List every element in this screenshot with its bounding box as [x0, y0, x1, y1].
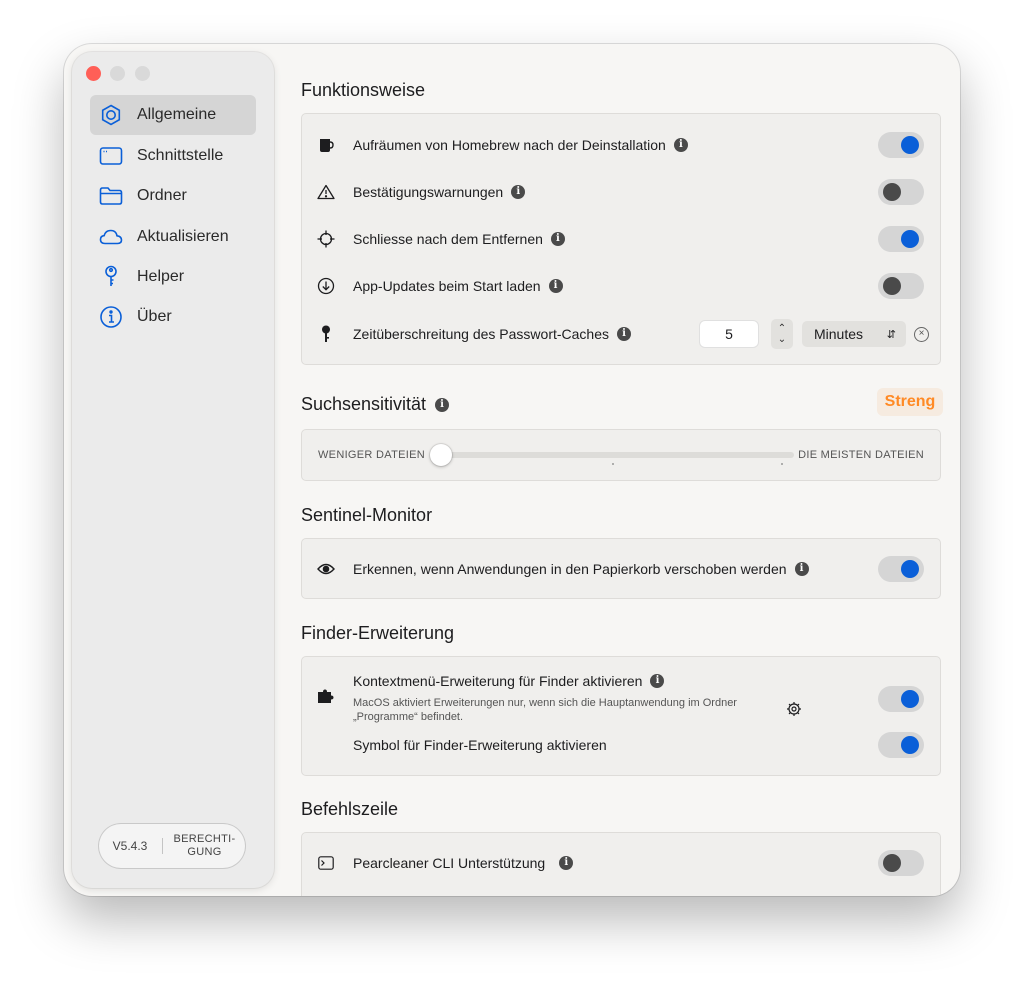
- setting-label: Schliesse nach dem Entfernen: [353, 231, 543, 247]
- gear-icon[interactable]: [786, 701, 802, 717]
- sidebar-item-schnittstelle[interactable]: Schnittstelle: [90, 136, 256, 176]
- download-circle-icon: [317, 277, 335, 295]
- setting-label: App-Updates beim Start laden: [353, 278, 541, 294]
- permission-label: BERECHTI- GUNG: [163, 833, 246, 859]
- key-icon: [317, 325, 335, 343]
- section-title-cli: Befehlszeile: [301, 799, 399, 819]
- section-title-search: Suchsensitivität i: [301, 394, 450, 415]
- unit-select-value: Minutes: [814, 326, 864, 342]
- info-icon[interactable]: i: [617, 327, 632, 341]
- clear-icon[interactable]: ×: [914, 326, 929, 342]
- search-sensitivity-card: WENIGER DATEIEN DIE MEISTEN DATEIEN: [301, 429, 941, 481]
- setting-label: Zeitüberschreitung des Passwort-Caches: [353, 326, 610, 342]
- password-cache-value-input[interactable]: 5: [700, 321, 758, 347]
- sidebar-item-allgemeine[interactable]: Allgemeine: [90, 95, 256, 135]
- main-content: Funktionsweise Aufräumen von Homebrew na…: [301, 44, 943, 896]
- setting-row-close-after-remove: Schliesse nach dem Entfernen i: [302, 219, 940, 259]
- slider-tick: [612, 463, 614, 465]
- info-icon[interactable]: i: [559, 856, 574, 870]
- sidebar-item-helper[interactable]: Helper: [90, 257, 256, 297]
- chevron-down-icon[interactable]: ⌄: [778, 334, 786, 345]
- homebrew-cleanup-toggle[interactable]: [878, 132, 924, 158]
- info-icon: [98, 304, 124, 330]
- password-cache-unit-select[interactable]: Minutes ⇵: [802, 321, 906, 347]
- close-window-button[interactable]: [86, 66, 101, 81]
- sidebar-item-ordner[interactable]: Ordner: [90, 176, 256, 216]
- updown-chevron-icon: ⇵: [886, 328, 896, 341]
- setting-label: Symbol für Finder-Erweiterung aktivieren: [353, 737, 607, 753]
- info-icon[interactable]: i: [794, 562, 809, 576]
- password-cache-stepper[interactable]: ⌃ ⌄: [771, 319, 793, 349]
- info-icon[interactable]: i: [673, 138, 688, 152]
- info-icon[interactable]: i: [435, 397, 450, 412]
- app-updates-toggle[interactable]: [878, 273, 924, 299]
- setting-row-homebrew: Aufräumen von Homebrew nach der Deinstal…: [302, 125, 940, 165]
- sidebar-item-ueber[interactable]: Über: [90, 297, 256, 337]
- finder-extension-card: Kontextmenü-Erweiterung für Finder aktiv…: [301, 656, 941, 776]
- sidebar-item-label: Über: [137, 308, 172, 325]
- permission-line-1: BERECHTI-: [173, 833, 236, 845]
- sentinel-monitor-toggle[interactable]: [878, 556, 924, 582]
- sensitivity-slider-track[interactable]: [434, 452, 794, 458]
- section-title-sentinel: Sentinel-Monitor: [301, 505, 433, 525]
- cli-card: Pearcleaner CLI Unterstützung i: [301, 832, 941, 896]
- setting-row-password-cache: Zeitüberschreitung des Passwort-Caches i…: [302, 314, 940, 354]
- section-title-functionality: Funktionsweise: [301, 80, 426, 100]
- setting-label: Aufräumen von Homebrew nach der Deinstal…: [353, 137, 666, 153]
- sidebar-item-aktualisieren[interactable]: Aktualisieren: [90, 217, 256, 257]
- cli-support-toggle[interactable]: [878, 850, 924, 876]
- sentinel-card: Erkennen, wenn Anwendungen in den Papier…: [301, 538, 941, 599]
- folder-icon: [98, 183, 124, 209]
- setting-label: Kontextmenü-Erweiterung für Finder aktiv…: [353, 673, 643, 689]
- sidebar-item-label: Allgemeine: [137, 106, 217, 123]
- info-icon[interactable]: i: [650, 674, 665, 688]
- setting-label: Erkennen, wenn Anwendungen in den Papier…: [353, 561, 787, 577]
- eye-icon: [317, 560, 335, 578]
- puzzle-icon: [317, 688, 335, 706]
- setting-row-confirmations: Bestätigungswarnungen i: [302, 172, 940, 212]
- info-icon[interactable]: i: [548, 279, 563, 293]
- info-icon[interactable]: i: [511, 185, 526, 199]
- crosshair-icon: [317, 230, 335, 248]
- sensitivity-level-badge: Streng: [877, 388, 943, 416]
- close-after-remove-toggle[interactable]: [878, 226, 924, 252]
- slider-tick: [781, 463, 783, 465]
- terminal-icon: [317, 854, 335, 872]
- setting-row-cli: Pearcleaner CLI Unterstützung i: [302, 843, 940, 883]
- sidebar-item-label: Schnittstelle: [137, 147, 224, 164]
- finder-note: MacOS aktiviert Erweiterungen nur, wenn …: [353, 697, 737, 723]
- section-title-finder: Finder-Erweiterung: [301, 623, 455, 643]
- setting-row-app-updates: App-Updates beim Start laden i: [302, 266, 940, 306]
- settings-window: Allgemeine Schnittstelle Ordner Aktualis…: [64, 44, 960, 896]
- gear-icon: [98, 102, 124, 128]
- warning-icon: [317, 183, 335, 201]
- setting-row-sentinel: Erkennen, wenn Anwendungen in den Papier…: [302, 549, 940, 589]
- sidebar-item-label: Helper: [137, 268, 185, 285]
- chevron-up-icon[interactable]: ⌃: [778, 323, 786, 334]
- version-permission-pill[interactable]: V5.4.3 BERECHTI- GUNG: [98, 823, 246, 869]
- maximize-window-button[interactable]: [135, 66, 150, 81]
- slider-min-label: WENIGER DATEIEN: [318, 449, 425, 461]
- mug-icon: [317, 136, 335, 154]
- cloud-icon: [98, 224, 124, 250]
- sensitivity-slider-thumb[interactable]: [430, 444, 452, 466]
- permission-line-2: GUNG: [187, 846, 222, 858]
- window-icon: [98, 143, 124, 169]
- sidebar: Allgemeine Schnittstelle Ordner Aktualis…: [72, 52, 274, 888]
- finder-symbol-toggle[interactable]: [878, 732, 924, 758]
- version-label: V5.4.3: [112, 839, 148, 853]
- search-sensitivity-title: Suchsensitivität: [301, 394, 427, 414]
- functionality-card: Aufräumen von Homebrew nach der Deinstal…: [301, 113, 941, 365]
- confirmation-warnings-toggle[interactable]: [878, 179, 924, 205]
- key-icon: [98, 264, 124, 290]
- setting-label: Bestätigungswarnungen: [353, 184, 504, 200]
- finder-context-menu-toggle[interactable]: [878, 686, 924, 712]
- info-icon[interactable]: i: [550, 232, 565, 246]
- setting-label: Pearcleaner CLI Unterstützung: [353, 855, 546, 871]
- minimize-window-button[interactable]: [110, 66, 125, 81]
- sidebar-item-label: Aktualisieren: [137, 228, 229, 245]
- sidebar-item-label: Ordner: [137, 187, 187, 204]
- slider-max-label: DIE MEISTEN DATEIEN: [798, 449, 924, 461]
